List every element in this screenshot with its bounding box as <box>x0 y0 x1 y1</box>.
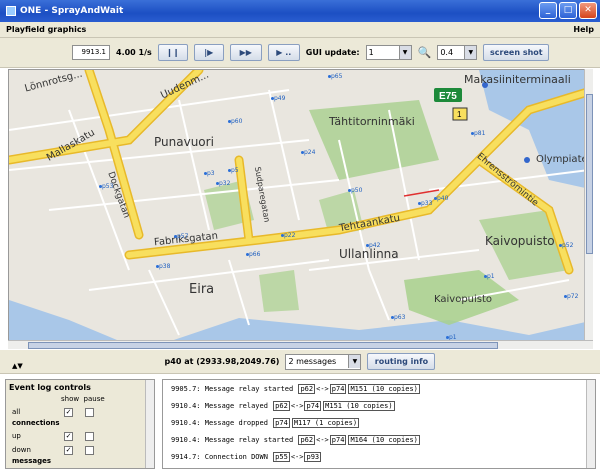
pause-icon: ❙❙ <box>166 48 180 57</box>
screenshot-button[interactable]: screen shot <box>483 44 550 61</box>
node-coordinate: p40 at (2933.98,2049.76) <box>164 357 280 366</box>
map-node[interactable]: p57 <box>173 233 188 240</box>
status-bar: p40 at (2933.98,2049.76) 2 messages ▼ rou… <box>0 350 600 374</box>
maximize-button[interactable]: □ <box>559 2 577 19</box>
window-title: ONE - SprayAndWait <box>20 6 124 16</box>
district-label: Punavuori <box>154 135 214 149</box>
app-icon <box>6 6 16 16</box>
map-vertical-scrollbar[interactable] <box>584 69 593 344</box>
show-checkbox[interactable]: ✓ <box>64 445 73 455</box>
minimize-button[interactable]: _ <box>539 2 557 19</box>
pause-checkbox[interactable] <box>85 431 94 441</box>
district-label: Kaivopuisto <box>485 234 555 248</box>
routing-info-button[interactable]: routing info <box>367 353 436 370</box>
map-node[interactable]: p81 <box>470 130 485 137</box>
show-checkbox[interactable]: ✓ <box>64 407 73 417</box>
place-label: Makasiiniterminaali <box>464 73 571 86</box>
sim-time-field: 9913.1 <box>72 45 110 60</box>
chevron-down-icon: ▼ <box>464 46 477 59</box>
column-headers: show pause <box>61 395 105 403</box>
map-node[interactable]: p38 <box>155 263 170 270</box>
show-checkbox[interactable]: ✓ <box>64 431 73 441</box>
map-node[interactable]: p32 <box>215 180 230 187</box>
close-button[interactable]: ✕ <box>579 2 597 19</box>
zoom-select[interactable]: 0.4 ▼ <box>437 45 478 60</box>
window-titlebar: ONE - SprayAndWait _ □ ✕ <box>0 0 600 22</box>
playfield-map[interactable]: E75 1 Lönnrotsg... Uudenm... Mallaskatu … <box>8 69 593 344</box>
map-node[interactable]: p63 <box>390 314 405 321</box>
messages-select[interactable]: 2 messages ▼ <box>285 353 362 370</box>
section-label: connections <box>12 419 60 427</box>
log-entry[interactable]: 9910.4: Message relayed p62 <-> p74 M151 (1… <box>163 397 595 414</box>
map-node[interactable]: p33 <box>417 200 432 207</box>
svg-text:E75: E75 <box>439 91 457 102</box>
map-node[interactable]: p40 <box>433 195 448 202</box>
map-node[interactable]: p22 <box>280 232 295 239</box>
chevron-down-icon: ▼ <box>348 354 361 368</box>
menu-help[interactable]: Help <box>573 25 594 34</box>
log-entry[interactable]: 9910.4: Message dropped p74 M117 (1 copie… <box>163 414 595 431</box>
map-node[interactable]: p49 <box>270 95 285 102</box>
map-node[interactable]: p5 <box>228 167 239 174</box>
controls-scrollbar[interactable] <box>145 380 154 468</box>
speed-label: 4.00 1/s <box>116 48 152 57</box>
map-node[interactable]: p66 <box>245 251 260 258</box>
toolbar: 9913.1 4.00 1/s ❙❙ |▶ ▶▶ ▶ .. GUI update… <box>0 38 600 68</box>
log-control-row: down ✓ <box>6 443 154 457</box>
collapse-arrows-icon[interactable]: ▲▼ <box>12 362 23 370</box>
pause-button[interactable]: ❙❙ <box>157 44 188 61</box>
menu-playfield-graphics[interactable]: Playfield graphics <box>6 25 86 34</box>
log-control-row: all ✓ <box>6 405 154 419</box>
log-scrollbar[interactable] <box>586 380 595 468</box>
map-node[interactable]: p3 <box>204 170 215 177</box>
district-label: Ullanlinna <box>339 247 399 261</box>
fast-forward-icon: ▶▶ <box>239 48 252 57</box>
log-entry[interactable]: 9910.4: Message relay started p62 <-> p74 M… <box>163 431 595 448</box>
map-svg: E75 1 <box>9 70 592 343</box>
map-node[interactable]: p60 <box>227 118 242 125</box>
scroll-thumb[interactable] <box>28 342 498 349</box>
map-node[interactable]: p52 <box>558 242 573 249</box>
map-node[interactable]: p65 <box>327 73 342 80</box>
scroll-thumb[interactable] <box>586 94 593 254</box>
gui-update-select[interactable]: 1 ▼ <box>365 45 412 60</box>
fast-forward-button[interactable]: ▶▶ <box>229 44 262 61</box>
event-log: 9905.7: Message relay started p62 <-> p74 M… <box>162 379 596 469</box>
map-node[interactable]: p72 <box>563 293 578 300</box>
gui-update-label: GUI update: <box>305 48 360 57</box>
play-until-icon: ▶ .. <box>276 48 292 57</box>
menubar: Playfield graphics Help <box>0 22 600 38</box>
map-horizontal-scrollbar[interactable] <box>8 340 593 349</box>
step-button[interactable]: |▶ <box>193 44 224 61</box>
log-control-row: up ✓ <box>6 429 154 443</box>
map-node[interactable]: p42 <box>365 242 380 249</box>
event-log-controls: Event log controls show pause all ✓ conne… <box>5 379 155 469</box>
play-until-button[interactable]: ▶ .. <box>267 44 300 61</box>
svg-text:1: 1 <box>457 110 462 119</box>
chevron-down-icon: ▼ <box>398 46 411 59</box>
map-node[interactable]: p53 <box>98 183 113 190</box>
pause-checkbox[interactable] <box>85 445 94 455</box>
section-label: messages <box>12 457 52 465</box>
step-icon: |▶ <box>204 48 214 57</box>
pause-checkbox[interactable] <box>85 407 94 417</box>
magnifier-icon: 🔍 <box>417 46 432 59</box>
park-label: Kaivopuisto <box>434 294 493 305</box>
district-label: Tähtitorninmäki <box>329 115 415 128</box>
map-node[interactable]: p1 <box>484 273 495 280</box>
event-log-controls-title: Event log controls <box>9 383 91 392</box>
map-node[interactable]: p24 <box>300 149 315 156</box>
log-entry[interactable]: 9914.7: Connection DOWN p55 <-> p93 <box>163 448 595 465</box>
map-node[interactable]: p50 <box>347 187 362 194</box>
district-label: Eira <box>189 282 215 297</box>
log-entry[interactable]: 9905.7: Message relay started p62 <-> p74 M… <box>163 380 595 397</box>
